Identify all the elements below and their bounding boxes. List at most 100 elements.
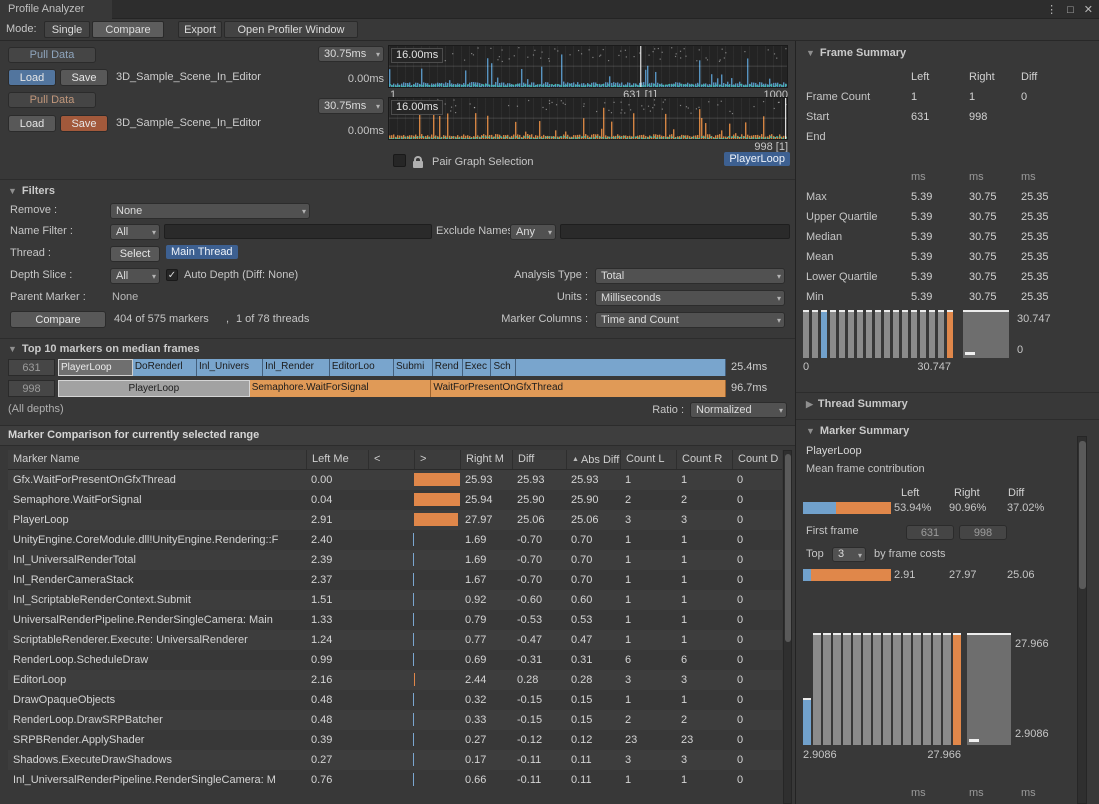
table-row[interactable]: Shadows.ExecuteDrawShadows0.270.17-0.110…	[8, 750, 782, 770]
exclude-names-input[interactable]	[560, 224, 790, 239]
table-row[interactable]: UnityEngine.CoreModule.dll!UnityEngine.R…	[8, 530, 782, 550]
thread-value-chip[interactable]: Main Thread	[166, 245, 238, 259]
mode-toolbar: Mode: Single Compare Export Open Profile…	[0, 19, 1099, 41]
table-scrollbar-thumb[interactable]	[785, 454, 791, 642]
frame-range-top-value: 30.747	[1017, 313, 1051, 325]
column-header[interactable]: Left Me	[306, 450, 368, 469]
table-scrollbar[interactable]	[783, 450, 792, 804]
right-graph-scale-dropdown[interactable]: 30.75ms▾	[318, 98, 384, 114]
marker-segment[interactable]: WaitForPresentOnGfxThread	[431, 380, 726, 397]
mode-compare-button[interactable]: Compare	[92, 21, 164, 38]
table-row[interactable]: Inl_RenderCameraStack2.371.67-0.700.7011…	[8, 570, 782, 590]
menu-icon[interactable]: ⋮	[1046, 3, 1057, 16]
frame-summary-header[interactable]: ▼Frame Summary	[806, 47, 906, 59]
column-header[interactable]: <	[368, 450, 414, 469]
abs-diff-cell: 0.53	[566, 610, 620, 630]
marker-segment[interactable]: PlayerLoop	[58, 380, 250, 397]
left-frame-graph[interactable]: 16.00ms	[388, 45, 788, 88]
thread-select-button[interactable]: Select	[110, 246, 160, 262]
marker-segment[interactable]: Submi	[394, 359, 433, 376]
marker-segment[interactable]: EditorLoo	[330, 359, 394, 376]
marker-comparison-header[interactable]: Marker Comparison for currently selected…	[0, 425, 795, 446]
table-row[interactable]: ScriptableRenderer.Execute: UniversalRen…	[8, 630, 782, 650]
open-profiler-window-button[interactable]: Open Profiler Window	[224, 21, 358, 38]
summary-scrollbar[interactable]	[1077, 436, 1087, 804]
marker-segment[interactable]: PlayerLoop	[58, 359, 133, 376]
table-row[interactable]: Inl_ScriptableRenderContext.Submit1.510.…	[8, 590, 782, 610]
top-n-dropdown[interactable]: 3▾	[832, 547, 866, 562]
first-frame-left-button[interactable]: 631	[906, 525, 954, 540]
summary-row-value: 5.39	[911, 247, 969, 267]
maximize-icon[interactable]: □	[1067, 4, 1074, 16]
right-frame-graph[interactable]: 16.00ms	[388, 97, 788, 140]
column-header[interactable]: Count L	[620, 450, 676, 469]
units-dropdown[interactable]: Milliseconds▾	[595, 290, 785, 306]
analysis-type-dropdown[interactable]: Total▾	[595, 268, 785, 284]
frame-summary-histogram[interactable]	[803, 310, 953, 358]
marker-segment[interactable]	[516, 359, 726, 376]
auto-depth-checkbox[interactable]: ✓	[166, 269, 178, 281]
marker-segment[interactable]: Semaphore.WaitForSignal	[250, 380, 432, 397]
marker-segment[interactable]: Rend	[433, 359, 463, 376]
marker-segment[interactable]: DoRenderl	[133, 359, 197, 376]
pull-data-left-button[interactable]: Pull Data	[8, 47, 96, 63]
export-button[interactable]: Export	[178, 21, 222, 38]
pull-data-right-button[interactable]: Pull Data	[8, 92, 96, 108]
table-row[interactable]: SRPBRender.ApplyShader0.390.27-0.120.122…	[8, 730, 782, 750]
count-left-cell: 23	[620, 730, 676, 750]
top10-header[interactable]: ▼Top 10 markers on median frames	[8, 343, 200, 355]
marker-segment[interactable]: Inl_Univers	[197, 359, 263, 376]
top-markers-bar[interactable]: PlayerLoopSemaphore.WaitForSignalWaitFor…	[58, 380, 726, 397]
table-row[interactable]: Semaphore.WaitForSignal0.0425.9425.9025.…	[8, 490, 782, 510]
filters-header[interactable]: ▼Filters	[8, 185, 55, 197]
table-row[interactable]: PlayerLoop2.9127.9725.0625.06330	[8, 510, 782, 530]
table-row[interactable]: DrawOpaqueObjects0.480.32-0.150.15110	[8, 690, 782, 710]
table-row[interactable]: Gfx.WaitForPresentOnGfxThread0.0025.9325…	[8, 470, 782, 490]
column-header[interactable]: Count D	[732, 450, 782, 469]
selected-marker-chip[interactable]: PlayerLoop	[724, 152, 790, 166]
table-row[interactable]: RenderLoop.DrawSRPBatcher0.480.33-0.150.…	[8, 710, 782, 730]
column-header[interactable]: >	[414, 450, 460, 469]
left-portion-bar	[803, 502, 836, 514]
marker-summary-header[interactable]: ▼Marker Summary	[806, 425, 909, 437]
exclude-mode-dropdown[interactable]: Any▾	[510, 224, 556, 240]
marker-range-slider[interactable]	[967, 633, 1011, 745]
table-row[interactable]: RenderLoop.ScheduleDraw0.990.69-0.310.31…	[8, 650, 782, 670]
column-header[interactable]: Marker Name	[8, 450, 306, 469]
column-header[interactable]: Diff	[512, 450, 566, 469]
frame-range-slider[interactable]	[963, 310, 1009, 358]
summary-scrollbar-thumb[interactable]	[1079, 441, 1086, 589]
first-frame-right-button[interactable]: 998	[959, 525, 1007, 540]
load-right-button[interactable]: Load	[8, 115, 56, 132]
table-row[interactable]: EditorLoop2.162.440.280.28330	[8, 670, 782, 690]
marker-columns-dropdown[interactable]: Time and Count▾	[595, 312, 785, 328]
thread-summary-header[interactable]: ▶Thread Summary	[806, 398, 908, 410]
ratio-dropdown[interactable]: Normalized▾	[690, 402, 787, 418]
column-header[interactable]: Right M	[460, 450, 512, 469]
depth-slice-dropdown[interactable]: All▾	[110, 268, 160, 284]
column-header[interactable]: ▲Abs Diff	[566, 450, 620, 469]
marker-segment[interactable]: Exec	[463, 359, 492, 376]
marker-segment[interactable]: Sch	[491, 359, 515, 376]
table-row[interactable]: Inl_UniversalRenderPipeline.RenderSingle…	[8, 770, 782, 790]
compare-button[interactable]: Compare	[10, 311, 106, 328]
histogram-bucket	[866, 310, 872, 358]
save-left-button[interactable]: Save	[60, 69, 108, 86]
mode-single-button[interactable]: Single	[44, 21, 90, 38]
name-filter-mode-dropdown[interactable]: All▾	[110, 224, 160, 240]
table-row[interactable]: Inl_UniversalRenderTotal2.391.69-0.700.7…	[8, 550, 782, 570]
top-markers-bar[interactable]: PlayerLoopDoRenderlInl_UniversInl_Render…	[58, 359, 726, 376]
marker-summary-histogram[interactable]	[803, 633, 961, 745]
name-filter-input[interactable]	[164, 224, 432, 239]
lock-icon[interactable]	[413, 161, 423, 168]
load-left-button[interactable]: Load	[8, 69, 56, 86]
left-graph-scale-dropdown[interactable]: 30.75ms▾	[318, 46, 384, 62]
remove-dropdown[interactable]: None▾	[110, 203, 310, 219]
table-row[interactable]: UniversalRenderPipeline.RenderSingleCame…	[8, 610, 782, 630]
column-header[interactable]: Count R	[676, 450, 732, 469]
close-icon[interactable]: ✕	[1084, 3, 1093, 16]
pair-graph-selection-checkbox[interactable]	[393, 154, 406, 167]
marker-segment[interactable]: Inl_Render	[263, 359, 330, 376]
window-tab[interactable]: Profile Analyzer	[0, 0, 112, 19]
save-right-button[interactable]: Save	[60, 115, 108, 132]
